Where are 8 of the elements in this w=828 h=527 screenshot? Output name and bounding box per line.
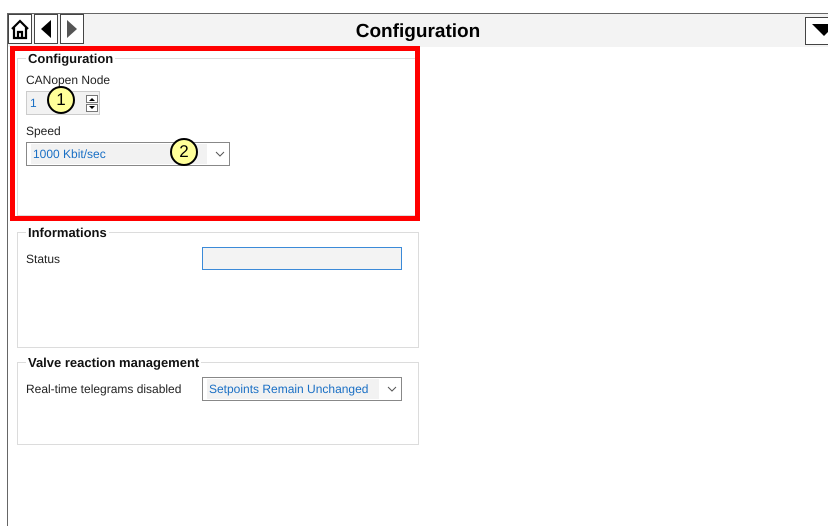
field-label: Speed	[26, 124, 62, 138]
window-title: Configuration	[356, 21, 480, 42]
group-title: Informations	[26, 225, 109, 240]
group-title: Valve reaction management	[26, 355, 202, 370]
field-label: Status	[26, 252, 62, 266]
field-label: CANopen Node	[26, 73, 112, 87]
group-title: Configuration	[26, 51, 116, 66]
field-label: Real-time telegrams disabled	[26, 382, 182, 396]
